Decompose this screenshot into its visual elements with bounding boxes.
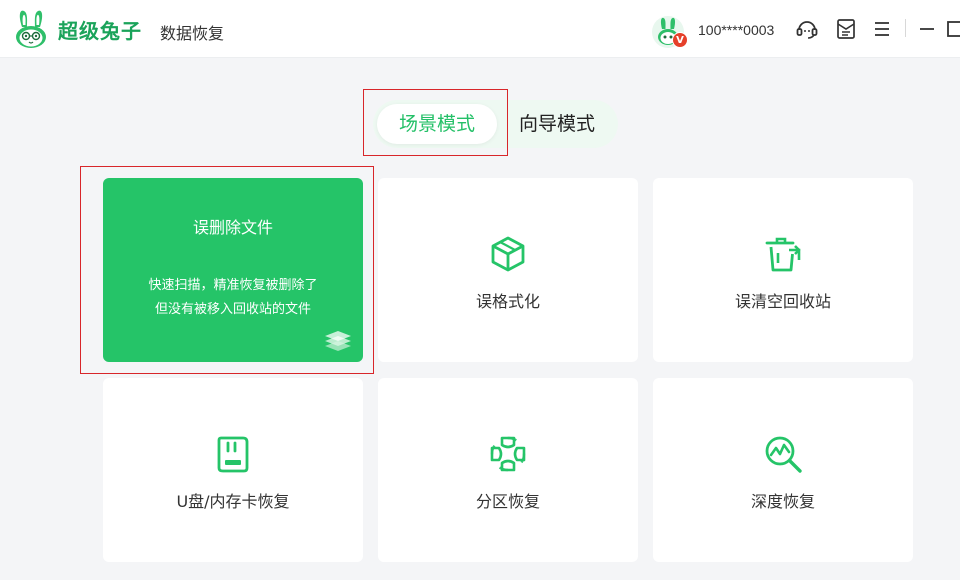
card-recycle-bin-recovery[interactable]: 误清空回收站 xyxy=(653,178,913,362)
card-description: 快速扫描，精准恢复被删除了 但没有被移入回收站的文件 xyxy=(148,278,318,317)
vip-badge: V xyxy=(672,32,688,48)
rabbit-logo-icon xyxy=(16,10,46,48)
sd-card-icon xyxy=(217,436,249,473)
card-title: 误删除文件 xyxy=(192,218,273,237)
customer-service-icon[interactable] xyxy=(795,17,819,41)
card-label: 误清空回收站 xyxy=(734,292,831,311)
card-format-recovery[interactable]: 误格式化 xyxy=(378,178,638,362)
card-partition-recovery[interactable]: 分区恢复 xyxy=(378,378,638,562)
menu-icon[interactable] xyxy=(870,17,894,41)
trash-restore-icon xyxy=(765,237,801,272)
brand-name: 超级兔子 xyxy=(58,19,142,43)
card-deep-recovery[interactable]: 深度恢复 xyxy=(653,378,913,562)
card-accidental-delete[interactable]: 误删除文件 快速扫描，精准恢复被删除了 但没有被移入回收站的文件 xyxy=(103,178,363,362)
tab-scene-mode[interactable]: 场景模式 xyxy=(377,104,497,144)
message-icon[interactable] xyxy=(834,17,858,41)
minimize-icon[interactable] xyxy=(916,17,940,41)
toolbar-separator xyxy=(905,19,906,37)
mode-switch: 场景模式 向导模式 xyxy=(373,100,618,148)
tab-wizard-mode[interactable]: 向导模式 xyxy=(501,104,613,144)
magnifier-chart-icon xyxy=(765,436,802,473)
product-name: 数据恢复 xyxy=(160,24,225,43)
card-usb-memory-card-recovery[interactable]: U盘/内存卡恢复 xyxy=(103,378,363,562)
partition-icon xyxy=(490,436,526,472)
card-label: U盘/内存卡恢复 xyxy=(176,492,290,511)
maximize-icon[interactable] xyxy=(944,17,960,41)
box-icon xyxy=(491,236,525,272)
card-label: 分区恢复 xyxy=(475,492,540,511)
username[interactable]: 100****0003 xyxy=(698,22,774,38)
title-bar: 超级兔子 数据恢复 V 100****0003 xyxy=(0,0,960,58)
card-label: 误格式化 xyxy=(475,292,540,311)
card-label: 深度恢复 xyxy=(750,492,815,511)
layers-icon xyxy=(325,331,351,351)
